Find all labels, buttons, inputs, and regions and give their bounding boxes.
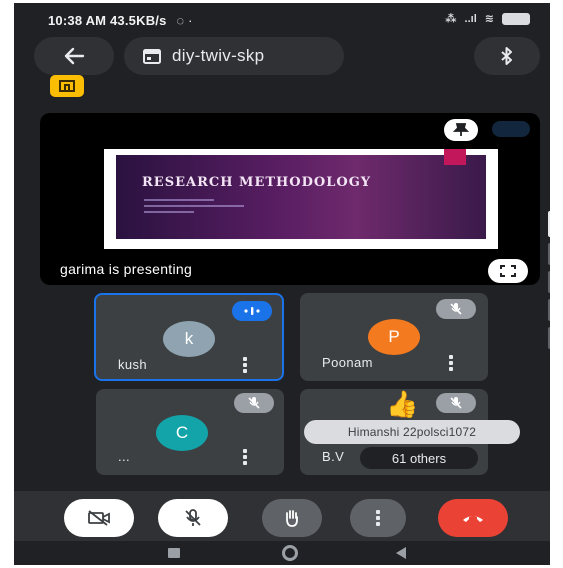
fullscreen-button[interactable] (488, 259, 528, 283)
back-button[interactable] (34, 37, 114, 75)
camera-off-icon (88, 510, 110, 526)
info-badge[interactable] (50, 75, 84, 97)
scrollbar-track-segment (548, 243, 550, 265)
participant-name: B.V (322, 449, 345, 464)
participant-menu-icon[interactable] (242, 357, 248, 373)
meeting-title-chip[interactable]: diy-twiv-skp (124, 37, 344, 75)
raise-hand-button[interactable] (262, 499, 322, 537)
others-count-label: 61 others (360, 447, 478, 469)
mic-off-icon (450, 303, 462, 315)
camera-toggle-button[interactable] (64, 499, 134, 537)
mic-muted-badge (234, 393, 274, 413)
top-bar: diy-twiv-skp (14, 37, 550, 77)
slide-text-line (144, 205, 244, 207)
back-nav-icon[interactable] (394, 546, 408, 560)
status-pill (492, 121, 530, 137)
mic-off-icon (185, 509, 201, 526)
avatar: C (156, 415, 208, 451)
meeting-code: diy-twiv-skp (172, 46, 265, 65)
audio-output-button[interactable] (474, 37, 540, 75)
notification-icon: ◌ · (176, 13, 193, 28)
time-speed-text: 10:38 AM 43.5KB/s (48, 13, 167, 28)
battery-icon (502, 12, 530, 25)
call-controls-bar (14, 491, 550, 541)
participant-menu-icon[interactable] (448, 355, 454, 371)
scrollbar-track-segment (548, 327, 550, 349)
slide-text-line (144, 211, 194, 213)
reaction-sender-label: Himanshi 22polsci1072 (304, 420, 520, 444)
avatar: k (163, 321, 215, 357)
presenting-label: garima is presenting (60, 261, 193, 277)
avatar: P (368, 319, 420, 355)
system-nav-bar (14, 541, 550, 565)
pin-icon (453, 123, 469, 136)
wifi-icon: ≋ (484, 13, 494, 25)
status-bar: 10:38 AM 43.5KB/s ◌ · ⁂ ..ıl ≋ (14, 3, 550, 37)
phone-hangup-icon (463, 516, 483, 522)
mic-off-icon (248, 397, 260, 409)
mic-muted-badge (436, 393, 476, 413)
mic-muted-badge (436, 299, 476, 319)
thumbs-up-reaction-icon: 👍 (386, 389, 419, 419)
more-options-button[interactable] (350, 499, 406, 537)
speaking-indicator (232, 301, 272, 321)
mic-toggle-button[interactable] (158, 499, 228, 537)
participant-tile-poonam[interactable]: P Poonam (300, 293, 488, 381)
hand-icon (286, 510, 298, 527)
calendar-icon (143, 49, 161, 64)
phone-screen: 10:38 AM 43.5KB/s ◌ · ⁂ ..ıl ≋ diy-twiv-… (14, 3, 550, 565)
more-vert-icon (375, 510, 381, 526)
building-icon (59, 80, 75, 92)
slide-text-line (144, 199, 214, 201)
slide-title: RESEARCH METHODOLOGY (142, 175, 372, 190)
slide-content: RESEARCH METHODOLOGY (116, 149, 486, 239)
scrollbar-track-segment (548, 299, 550, 321)
recents-icon[interactable] (168, 548, 180, 558)
pin-button[interactable] (444, 119, 478, 141)
bluetooth-icon (501, 47, 512, 65)
home-icon[interactable] (282, 545, 298, 561)
vibrate-icon: ⁂ (445, 13, 457, 25)
audio-level-icon (244, 307, 260, 315)
participant-tile-kush[interactable]: k kush (94, 293, 284, 381)
participant-name: ... (118, 449, 131, 464)
scrollbar[interactable] (548, 211, 550, 361)
fullscreen-icon (500, 265, 516, 277)
signal-icon: ..ıl (464, 12, 477, 25)
arrow-left-icon (64, 47, 85, 65)
end-call-button[interactable] (438, 499, 508, 537)
slide-accent (444, 149, 466, 165)
status-time: 10:38 AM 43.5KB/s ◌ · (48, 13, 193, 28)
presentation-area[interactable]: RESEARCH METHODOLOGY garima is presentin… (40, 113, 540, 285)
status-icons: ⁂ ..ıl ≋ (445, 12, 530, 25)
scrollbar-thumb[interactable] (548, 211, 550, 237)
participant-tile-c[interactable]: C ... (96, 389, 284, 475)
mic-off-icon (450, 397, 462, 409)
participant-menu-icon[interactable] (242, 449, 248, 465)
participant-name: kush (118, 357, 148, 372)
scrollbar-track-segment (548, 271, 550, 293)
shared-slide: RESEARCH METHODOLOGY (104, 149, 498, 249)
participant-name: Poonam (322, 355, 373, 370)
